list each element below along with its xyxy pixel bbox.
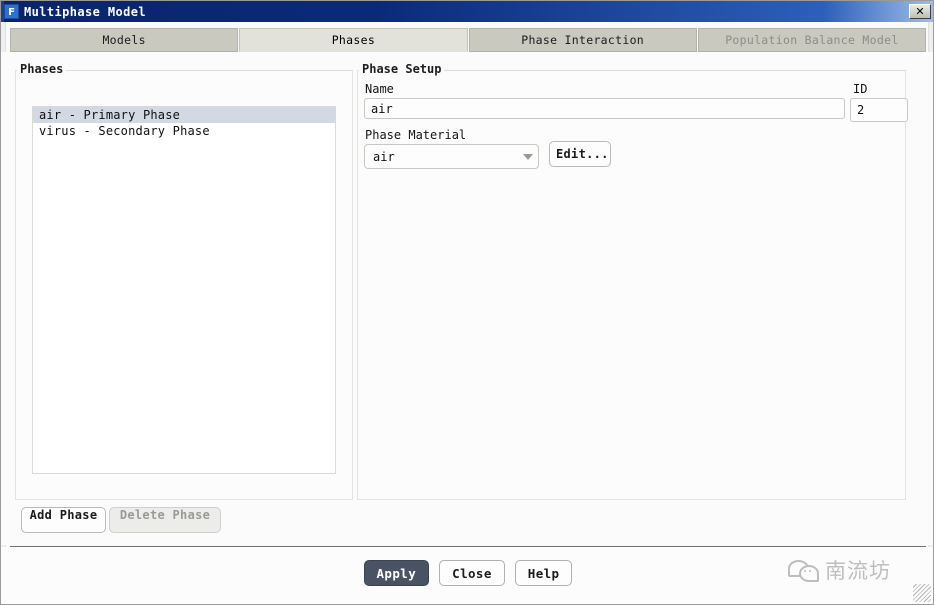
tab-population-balance-model: Population Balance Model (697, 28, 926, 52)
multiphase-model-dialog: F Multiphase Model ✕ Models Phases Phase… (0, 0, 934, 605)
phase-list[interactable]: air - Primary Phase virus - Secondary Ph… (32, 106, 336, 474)
footer-button-group: Apply Close Help (1, 560, 933, 586)
tab-phase-interaction[interactable]: Phase Interaction (468, 28, 697, 52)
id-input[interactable] (850, 98, 908, 122)
phases-group-label: Phases (17, 62, 67, 76)
tab-phases[interactable]: Phases (239, 28, 468, 52)
tab-models[interactable]: Models (10, 28, 239, 52)
id-label: ID (853, 82, 868, 96)
list-item[interactable]: virus - Secondary Phase (33, 123, 335, 139)
window-title: Multiphase Model (24, 4, 146, 19)
apply-button[interactable]: Apply (363, 560, 430, 586)
help-button[interactable]: Help (514, 560, 573, 586)
delete-phase-button: Delete Phase (109, 507, 221, 533)
name-label: Name (365, 82, 394, 96)
name-input[interactable] (364, 98, 845, 119)
close-button[interactable]: Close (439, 560, 505, 586)
phase-material-label: Phase Material (365, 128, 467, 142)
phases-group: Phases air - Primary Phase virus - Secon… (15, 62, 353, 500)
tab-bar: Models Phases Phase Interaction Populati… (10, 28, 926, 52)
list-item[interactable]: air - Primary Phase (33, 107, 335, 123)
phase-setup-group-label: Phase Setup (359, 62, 445, 76)
close-icon[interactable]: ✕ (909, 4, 931, 19)
edit-material-button[interactable]: Edit... (549, 141, 611, 167)
phase-material-select[interactable]: air (364, 144, 539, 169)
phase-material-value: air (373, 149, 395, 164)
dialog-content: Phases air - Primary Phase virus - Secon… (1, 52, 933, 545)
phase-setup-group: Phase Setup Name ID Phase Material air E… (357, 62, 908, 500)
fluent-app-icon: F (4, 4, 19, 19)
footer-bar: Apply Close Help 南流坊 (1, 547, 933, 604)
title-bar: F Multiphase Model ✕ (1, 1, 933, 22)
resize-grip[interactable] (913, 584, 931, 602)
chevron-down-icon (518, 145, 538, 168)
add-phase-button[interactable]: Add Phase (21, 507, 106, 533)
